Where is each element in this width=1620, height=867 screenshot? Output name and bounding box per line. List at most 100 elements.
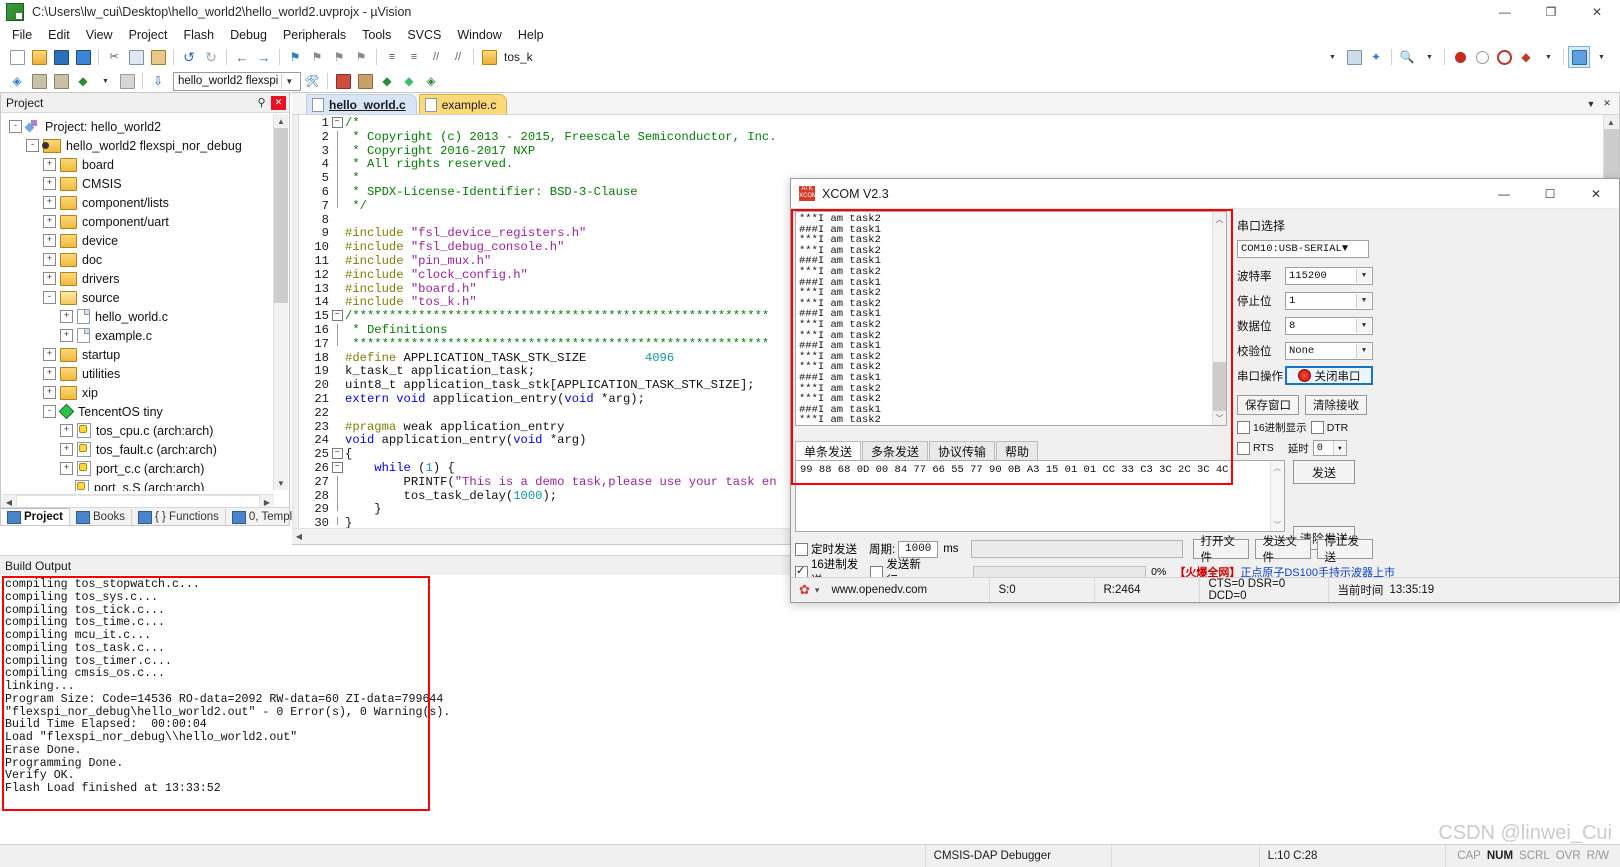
magnifier-icon[interactable]: 🔍 [1397,47,1417,67]
build-icon[interactable] [29,71,49,91]
manage-run-time-icon[interactable]: ◈ [421,71,441,91]
panel-tab-project[interactable]: Project [1,508,70,525]
save-all-icon[interactable] [73,47,93,67]
tree-expander[interactable]: - [43,405,56,418]
save-icon[interactable] [51,47,71,67]
window-layout-dropdown-icon[interactable]: ▼ [1591,47,1611,67]
tree-expander[interactable]: + [60,462,73,475]
run-time-env-icon[interactable]: ◆ [399,71,419,91]
editor-scroll-up-icon[interactable]: ▲ [1604,115,1618,129]
chevron-down-icon[interactable]: ▼ [1356,318,1371,333]
tree-expander[interactable]: + [43,177,56,190]
tree-expander[interactable]: + [43,215,56,228]
breakpoint-disable-icon[interactable] [1472,47,1492,67]
redo-icon[interactable]: ↻ [201,47,221,67]
tree-expander[interactable]: + [60,443,73,456]
outdent-icon[interactable]: ≡ [404,47,424,67]
file-path-field[interactable] [970,540,1183,558]
tree-item[interactable]: + device [1,231,289,250]
batch-build-dropdown-icon[interactable]: ▼ [95,71,115,91]
project-panel-close-icon[interactable]: ✕ [271,95,286,110]
manage-components-icon[interactable] [333,71,353,91]
tree-expander[interactable]: + [43,348,56,361]
tree-item[interactable]: + doc [1,250,289,269]
breakpoint-dropdown-icon[interactable]: ▼ [1538,47,1558,67]
xcom-minimize-button[interactable]: — [1481,179,1527,208]
xcom-send-scroll-down-icon[interactable]: ﹀ [1271,518,1284,531]
tree-item[interactable]: + board [1,155,289,174]
pack-installer-icon[interactable]: ◆ [377,71,397,91]
undo-icon[interactable]: ↺ [179,47,199,67]
fold-toggle-icon[interactable]: − [331,310,343,322]
breakpoint-clear-icon[interactable] [1494,47,1514,67]
menu-item-file[interactable]: File [4,26,40,44]
breakpoint-icon[interactable] [1450,47,1470,67]
timed-send-checkbox[interactable] [795,542,808,556]
send-button[interactable]: 发送 [1293,460,1355,484]
build-output-body[interactable]: compiling tos_stopwatch.c... compiling to… [0,575,1620,823]
tree-item[interactable]: + utilities [1,364,289,383]
project-tree-vscrollbar[interactable]: ▲ ▼ [273,114,288,490]
menu-item-svcs[interactable]: SVCS [399,26,449,44]
bookmark-folder-icon[interactable] [479,47,499,67]
serial-port-combo[interactable]: COM10:USB-SERIAL ▼ [1237,240,1369,258]
tree-item[interactable]: + startup [1,345,289,364]
xcom-window[interactable]: ATK XCOM XCOM V2.3 — ☐ ✕ ***I am task2 ###… [790,178,1620,603]
configure-icon[interactable]: ✦ [1366,47,1386,67]
fold-toggle-icon[interactable]: − [331,117,343,129]
tree-expander[interactable]: + [43,234,56,247]
editor-tab-examplec[interactable]: example.c [418,94,508,114]
tree-item[interactable]: + xip [1,383,289,402]
navigate-forward-icon[interactable]: → [254,47,274,67]
search-dropdown-icon[interactable]: ▼ [1322,47,1342,67]
serial-setting-combo[interactable]: None ▼ [1285,341,1373,360]
panel-tab-books[interactable]: Books [70,509,132,525]
tree-item[interactable]: + tos_fault.c (arch:arch) [1,440,289,459]
menu-item-flash[interactable]: Flash [175,26,222,44]
tree-expander[interactable]: + [43,386,56,399]
xcom-log-scroll-up-icon[interactable]: ︿ [1213,212,1226,226]
xcom-tab[interactable]: 帮助 [996,441,1039,461]
xcom-send-textarea[interactable]: 99 88 68 0D 00 84 77 66 55 77 90 0B A3 1… [795,460,1285,532]
tree-expander[interactable]: - [9,120,22,133]
tree-expander[interactable]: + [43,272,56,285]
tree-item[interactable]: + CMSIS [1,174,289,193]
editor-tabs-dropdown-icon[interactable]: ▼ [1583,96,1599,112]
download-to-flash-icon[interactable]: ⇩ [148,71,168,91]
xcom-maximize-button[interactable]: ☐ [1527,179,1573,208]
chevron-down-icon[interactable]: ▼ [1356,268,1371,283]
tree-expander[interactable]: + [43,158,56,171]
tree-expander[interactable]: + [60,329,73,342]
tree-expander[interactable]: + [43,196,56,209]
target-selector[interactable]: hello_world2 flexspi ▼ [173,71,301,91]
window-maximize-button[interactable]: ❐ [1528,0,1574,24]
cut-icon[interactable]: ✂ [104,47,124,67]
tree-item[interactable]: + port_c.c (arch:arch) [1,459,289,478]
copy-icon[interactable] [126,47,146,67]
menu-item-window[interactable]: Window [449,26,509,44]
tree-item[interactable]: - TencentOS tiny [1,402,289,421]
bookmark-prev-icon[interactable]: ⚑ [307,47,327,67]
magnifier-dropdown-icon[interactable]: ▼ [1419,47,1439,67]
xcom-log-scrollbar[interactable]: ︿ ﹀ [1212,212,1226,425]
hex-display-checkbox[interactable] [1237,421,1250,434]
menu-item-tools[interactable]: Tools [354,26,399,44]
xcom-receive-log[interactable]: ***I am task2 ###I am task1 ***I am task2 *… [795,211,1227,426]
tree-item[interactable]: + tos_cpu.c (arch:arch) [1,421,289,440]
dtr-checkbox[interactable] [1310,421,1324,434]
settings-gear-icon[interactable]: ✿ [799,582,810,598]
clear-receive-button[interactable]: 清除接收 [1305,395,1367,415]
stop-send-button[interactable]: 停止发送 [1316,536,1373,564]
open-file-button[interactable]: 打开文件 [1192,536,1249,564]
serial-toggle-button[interactable]: 关闭串口 [1285,366,1373,385]
translate-icon[interactable]: ◈ [7,71,27,91]
uncomment-icon[interactable]: // [448,47,468,67]
chevron-down-icon[interactable]: ▼ [1356,293,1371,308]
paste-icon[interactable] [148,47,168,67]
xcom-log-scroll-down-icon[interactable]: ﹀ [1213,411,1226,425]
tree-expander[interactable]: + [43,367,56,380]
tree-item[interactable]: - source [1,288,289,307]
window-layout-icon[interactable] [1568,46,1590,68]
tree-item[interactable]: port_s.S (arch:arch) [1,478,289,491]
fold-toggle-icon[interactable]: − [331,448,343,460]
